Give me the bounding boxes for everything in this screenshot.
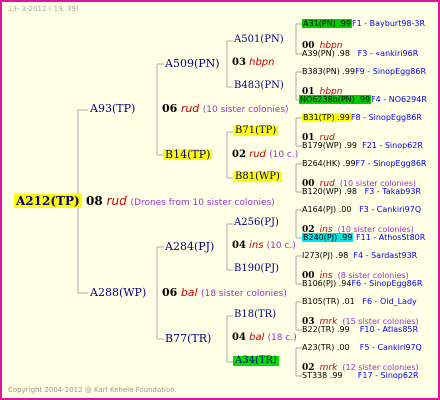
gen5-id-3: B383(PN) .99 bbox=[302, 67, 356, 76]
gen5-origin-7: F7 - SinopEgg86R bbox=[355, 159, 427, 168]
gen5-id-5: B31(TP) .99 bbox=[303, 113, 350, 122]
gen4-queen-2: B483(PN) bbox=[234, 80, 284, 91]
gen5-row-8: B120(WP) .98 F3 - Takab93R bbox=[302, 188, 421, 196]
gen5-row-11: I273(PJ) .98 F4 - Sardast93R bbox=[302, 252, 417, 260]
gen5-origin-4: F4 - NO6294R bbox=[371, 95, 427, 104]
root-queen: A212(TP) bbox=[14, 194, 82, 208]
gen5-id-8: B120(WP) .98 bbox=[302, 187, 357, 196]
gen2-note-2: (18 sister colonies) bbox=[201, 289, 287, 299]
gen3-mating-2: 02 rud (10 c.) bbox=[232, 150, 298, 160]
gen3-name-1: hbpn bbox=[249, 57, 275, 68]
copyright: Copyright 2004-2012 @ Karl Kehele Founda… bbox=[8, 386, 177, 394]
gen5-row-10: B240(PJ) .99 F11 - AthosSt80R bbox=[302, 233, 426, 242]
gen3-name-4: bal bbox=[249, 332, 265, 343]
gen3-note-3: (10 c.) bbox=[266, 241, 296, 251]
gen2-name-1: rud bbox=[180, 102, 200, 115]
gen3-name-2: rud bbox=[249, 149, 266, 160]
gen5-row-12: B106(PJ) .94F6 - SinopEgg86R bbox=[302, 280, 422, 288]
gen5-origin-8: F3 - Takab93R bbox=[364, 187, 421, 196]
gen5-origin-16: F17 - Sinop62R bbox=[357, 371, 419, 380]
gen5-origin-9: F3 - Cankiri97Q bbox=[359, 205, 422, 214]
gen5-row-5: B31(TP) .99F8 - SinopEgg86R bbox=[302, 113, 422, 122]
gen3-mating-4: 04 bal (18 c.) bbox=[232, 333, 297, 343]
header-timestamp: 13- 3-2012 ( 19: 39) bbox=[8, 5, 79, 13]
gen3-num-1: 03 bbox=[232, 57, 246, 68]
gen4-queen-8: A34(TR) bbox=[233, 355, 279, 366]
gen2-note-1: (10 sister colonies) bbox=[202, 105, 289, 115]
gen5-origin-14: F10 - Atlas85R bbox=[359, 325, 419, 334]
gen5-row-4: NO6238b(PN) .99F4 - NO6294R bbox=[299, 95, 427, 104]
gen2-mating-2: 06 bal (18 sister colonies) bbox=[162, 287, 287, 299]
gen5-id-14: B22(TR) .99 bbox=[302, 325, 350, 334]
gen4-queen-4: B81(WP) bbox=[233, 171, 282, 182]
gen5-row-15: A23(TR) .00 F5 - Cankiri97Q bbox=[302, 344, 422, 352]
gen5-origin-1: F1 - Bayburt98-3R bbox=[351, 19, 426, 28]
gen5-row-1: A31(PN) .99F1 - Bayburt98-3R bbox=[302, 19, 426, 28]
gen3-mating-3: 04 ins (10 c.) bbox=[232, 241, 296, 251]
gen5-row-9: A164(PJ) .00 F3 - Cankiri97Q bbox=[302, 206, 421, 214]
gen3-note-2: (10 c.) bbox=[269, 150, 299, 160]
gen3-num-4: 04 bbox=[232, 332, 246, 343]
gen2-num-1: 06 bbox=[162, 102, 178, 115]
root-note: (Drones from 10 sister colonies) bbox=[130, 198, 275, 208]
gen3-note-4: (18 c.) bbox=[267, 333, 297, 343]
gen5-origin-11: F4 - Sardast93R bbox=[353, 251, 418, 260]
gen5-origin-10: F11 - AthosSt80R bbox=[356, 233, 426, 242]
gen5-origin-13: F6 - Old_Lady bbox=[362, 297, 417, 306]
gen5-origin-3: F9 - SinopEgg86R bbox=[355, 67, 427, 76]
root-mating: 08 rud (Drones from 10 sister colonies) bbox=[86, 195, 275, 208]
gen5-row-14: B22(TR) .99 F10 - Atlas85R bbox=[302, 326, 418, 334]
pedigree-chart: 13- 3-2012 ( 19: 39) Copyright 2004-2012… bbox=[0, 0, 440, 400]
gen5-id-6: B179(WP) .99 bbox=[302, 141, 357, 150]
gen5-origin-5: F8 - SinopEgg86R bbox=[350, 113, 422, 122]
gen5-origin-2: F3 - «ankiri96R bbox=[357, 49, 419, 58]
gen4-queen-1: A501(PN) bbox=[234, 34, 284, 45]
gen3-queen-1: A509(PN) bbox=[165, 57, 220, 70]
gen2-queen-1: A93(TP) bbox=[90, 102, 136, 115]
gen3-queen-2: B14(TP) bbox=[163, 148, 213, 161]
gen5-origin-6: F21 - Sinop62R bbox=[362, 141, 423, 150]
gen4-queen-5: A256(PJ) bbox=[234, 217, 279, 228]
gen5-id-12: B106(PJ) .94 bbox=[302, 279, 352, 288]
gen2-queen-2: A288(WP) bbox=[90, 286, 147, 299]
root-name: rud bbox=[106, 194, 127, 208]
gen5-id-2: A39(PN) .98 bbox=[302, 49, 350, 58]
gen5-row-16: ST338 .99 F17 - Sinop62R bbox=[302, 372, 419, 380]
gen3-num-2: 02 bbox=[232, 149, 246, 160]
root-num: 08 bbox=[86, 194, 103, 208]
gen5-id-4: NO6238b(PN) .99 bbox=[300, 95, 371, 104]
gen5-id-16: ST338 .99 bbox=[302, 371, 343, 380]
gen4-queen-7: B18(TR) bbox=[234, 309, 277, 320]
gen3-num-3: 04 bbox=[232, 240, 246, 251]
gen5-id-15: A23(TR) .00 bbox=[302, 343, 350, 352]
gen5-row-2: A39(PN) .98 F3 - «ankiri96R bbox=[302, 50, 418, 58]
gen5-row-7: B264(HK) .99F7 - SinopEgg86R bbox=[302, 160, 427, 168]
gen4-queen-6: B190(PJ) bbox=[234, 263, 279, 274]
gen5-id-7: B264(HK) .99 bbox=[302, 159, 356, 168]
gen3-mating-1: 03 hbpn bbox=[232, 58, 274, 68]
gen4-queen-3: B71(TP) bbox=[233, 125, 279, 136]
gen5-id-9: A164(PJ) .00 bbox=[302, 205, 352, 214]
gen2-num-2: 06 bbox=[162, 286, 178, 299]
gen2-mating-1: 06 rud (10 sister colonies) bbox=[162, 103, 289, 115]
gen5-id-10: B240(PJ) .99 bbox=[303, 233, 353, 242]
gen3-queen-3: A284(PJ) bbox=[165, 240, 215, 253]
gen3-queen-4: B77(TR) bbox=[165, 332, 212, 345]
gen5-row-3: B383(PN) .99F9 - SinopEgg86R bbox=[302, 68, 426, 76]
gen2-name-2: bal bbox=[180, 286, 198, 299]
gen5-row-13: B105(TR) .01 F6 - Old_Lady bbox=[302, 298, 417, 306]
gen3-name-3: ins bbox=[249, 240, 264, 251]
gen5-id-11: I273(PJ) .98 bbox=[302, 251, 349, 260]
gen5-id-13: B105(TR) .01 bbox=[302, 297, 355, 306]
gen5-row-6: B179(WP) .99 F21 - Sinop62R bbox=[302, 142, 423, 150]
gen5-id-1: A31(PN) .99 bbox=[303, 19, 351, 28]
gen5-origin-12: F6 - SinopEgg86R bbox=[351, 279, 423, 288]
gen5-origin-15: F5 - Cankiri97Q bbox=[359, 343, 422, 352]
